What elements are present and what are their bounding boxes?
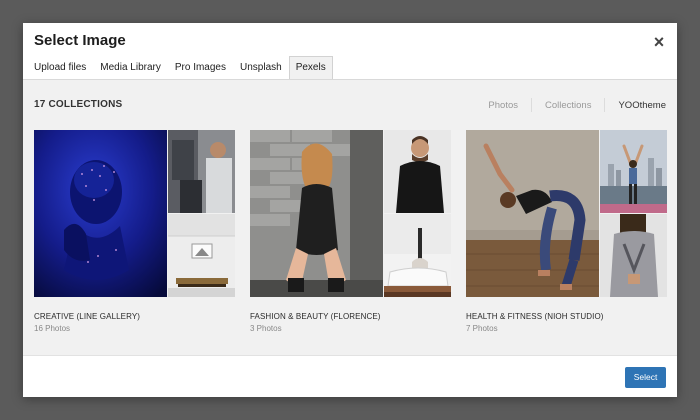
modal-header: Select Image × Upload files Media Librar… [23, 23, 677, 81]
collection-card-creative[interactable]: CREATIVE (LINE GALLERY) 16 Photos [34, 130, 235, 333]
tab-unsplash[interactable]: Unsplash [233, 56, 289, 80]
collection-title: FASHION & BEAUTY (FLORENCE) [250, 312, 381, 321]
collections-count: 17 COLLECTIONS [34, 99, 123, 110]
modal-title: Select Image [34, 32, 126, 49]
select-button[interactable]: Select [625, 367, 666, 388]
divider [531, 98, 532, 112]
collection-card-fashion[interactable]: FASHION & BEAUTY (FLORENCE) 3 Photos [250, 130, 451, 333]
collection-photo-count: 3 Photos [250, 324, 282, 333]
tab-bar: Upload files Media Library Pro Images Un… [27, 56, 333, 81]
tab-pexels[interactable]: Pexels [288, 56, 333, 81]
filter-nav: Photos Collections YOOtheme [488, 98, 666, 112]
thumbnail-image [384, 130, 451, 213]
collection-photo-count: 16 Photos [34, 324, 71, 333]
collection-thumbnails[interactable] [250, 130, 451, 297]
close-icon[interactable]: × [650, 33, 668, 51]
select-image-modal: Select Image × Upload files Media Librar… [23, 23, 677, 397]
divider [604, 98, 606, 112]
tab-media-library[interactable]: Media Library [93, 56, 168, 80]
thumbnail-image [34, 130, 167, 297]
filter-yootheme[interactable]: YOOtheme [618, 100, 666, 111]
collection-thumbnails[interactable] [466, 130, 667, 297]
modal-footer: Select [23, 355, 677, 397]
thumbnail-image [600, 130, 667, 213]
thumbnail-image [168, 214, 235, 297]
thumbnail-image [384, 214, 451, 297]
collection-photo-count: 7 Photos [466, 324, 498, 333]
filter-photos[interactable]: Photos [488, 100, 518, 111]
filter-collections[interactable]: Collections [545, 100, 591, 111]
collection-card-health-fitness[interactable]: HEALTH & FITNESS (NIOH STUDIO) 7 Photos [466, 130, 667, 333]
tab-pro-images[interactable]: Pro Images [168, 56, 233, 80]
collection-title: HEALTH & FITNESS (NIOH STUDIO) [466, 312, 604, 321]
collections-panel: 17 COLLECTIONS Photos Collections YOOthe… [23, 79, 677, 355]
thumbnail-image [466, 130, 599, 297]
thumbnail-image [600, 214, 667, 297]
collection-title: CREATIVE (LINE GALLERY) [34, 312, 141, 321]
collection-thumbnails[interactable] [34, 130, 235, 297]
tab-upload-files[interactable]: Upload files [27, 56, 93, 80]
thumbnail-image [168, 130, 235, 213]
thumbnail-image [250, 130, 383, 297]
